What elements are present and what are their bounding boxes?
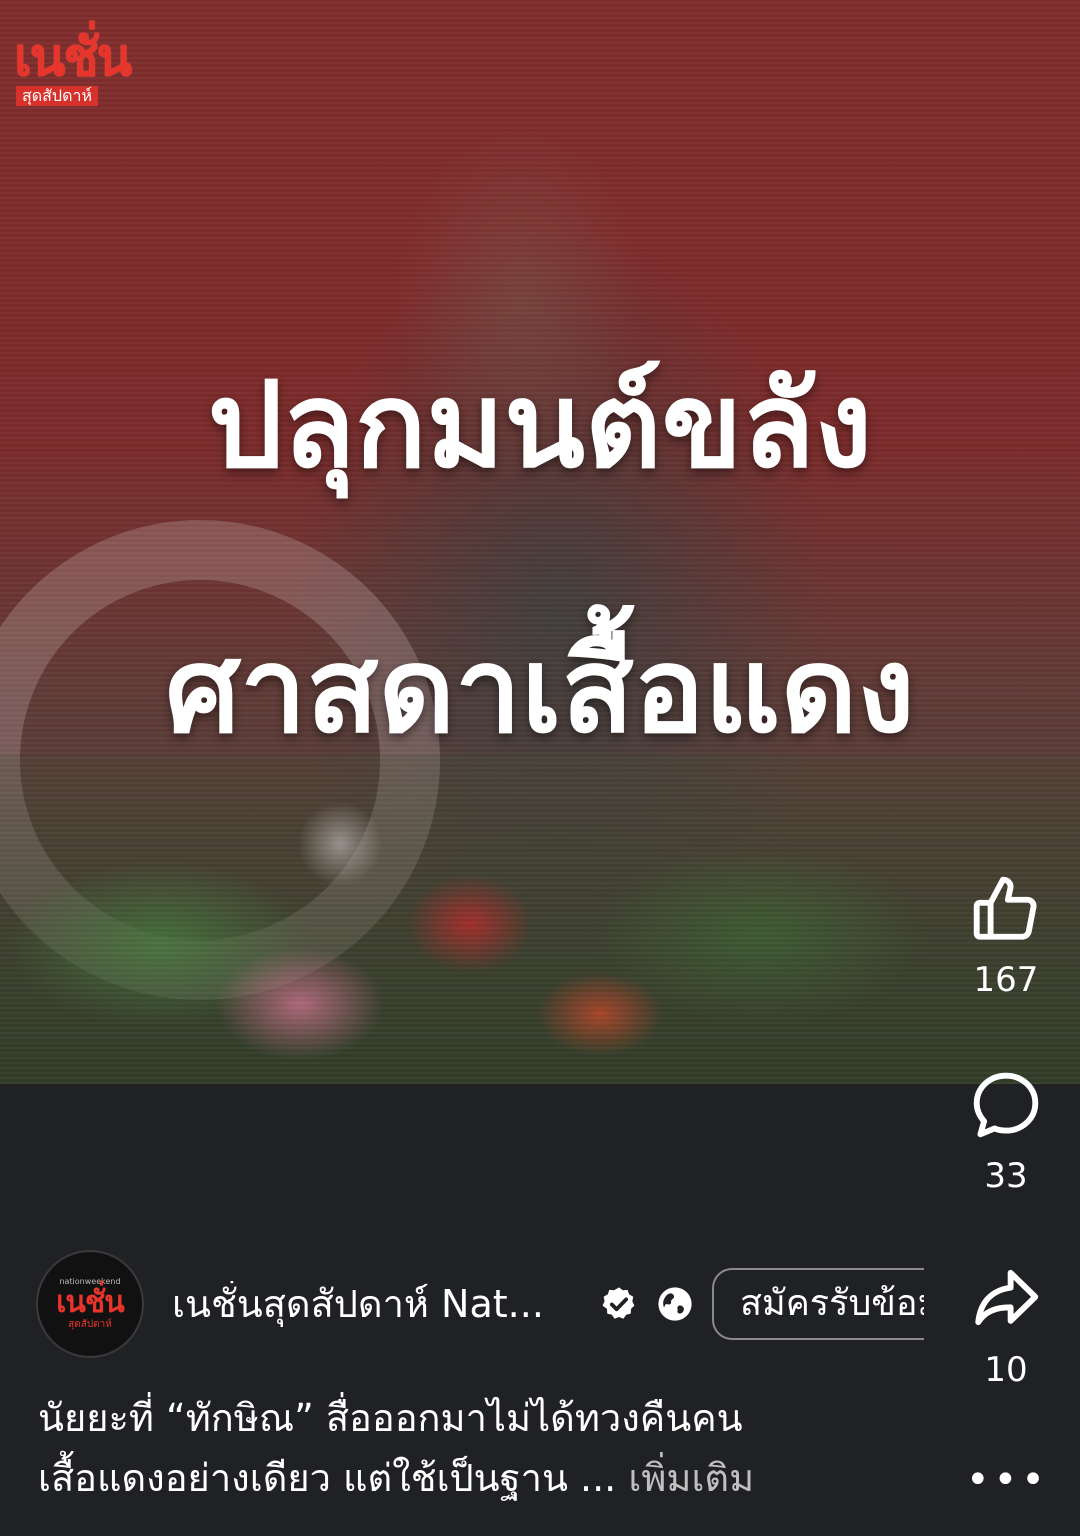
avatar-sub-text: สุดสัปดาห์: [68, 1319, 112, 1330]
comment-count: 33: [984, 1156, 1028, 1196]
logo-sub-text: สุดสัปดาห์: [16, 86, 98, 106]
channel-logo: เนชั่น สุดสัปดาห์: [14, 30, 186, 106]
more-options-button[interactable]: •••: [966, 1460, 1046, 1500]
comment-bubble-icon: [973, 1072, 1039, 1138]
caption-line-1: นัยยะที่ “ทักษิณ” สื่อออกมาไม่ได้ทวงคืนค…: [38, 1396, 743, 1440]
reel-video[interactable]: เนชั่น สุดสัปดาห์ ปลุกมนต์ขลัง ศาสดาเสื้…: [0, 0, 1080, 1084]
share-button[interactable]: 10: [966, 1262, 1046, 1390]
headline-line-2: ศาสดาเสื้อแดง: [165, 621, 915, 759]
subscribe-button[interactable]: สมัครรับข้อมูล: [712, 1268, 924, 1340]
author-avatar[interactable]: nationweekend เนชั่น สุดสัปดาห์: [36, 1250, 144, 1358]
author-row: nationweekend เนชั่น สุดสัปดาห์ เนชั่นสุ…: [36, 1250, 694, 1358]
globe-icon: [658, 1287, 692, 1321]
more-dots-icon: •••: [966, 1457, 1049, 1503]
share-arrow-icon: [975, 1269, 1039, 1326]
comment-button[interactable]: 33: [966, 1068, 1046, 1196]
avatar-main-text: เนชั่น: [56, 1285, 125, 1320]
video-scanlines: [0, 0, 1080, 1084]
headline-line-1: ปลุกมนต์ขลัง: [207, 356, 873, 494]
author-name[interactable]: เนชั่นสุดสัปดาห์ Nat...: [172, 1281, 582, 1327]
logo-main-text: เนชั่น: [14, 28, 132, 88]
thumbs-up-icon: [973, 876, 1037, 940]
like-button[interactable]: 167: [966, 872, 1046, 1000]
share-count: 10: [984, 1350, 1028, 1390]
like-count: 167: [973, 960, 1039, 1000]
caption-line-2-text: เสื้อแดงอย่างเดียว แต่ใช้เป็นฐาน ...: [38, 1456, 617, 1500]
verified-badge-icon: [602, 1287, 635, 1319]
post-caption[interactable]: นัยยะที่ “ทักษิณ” สื่อออกมาไม่ได้ทวงคืนค…: [38, 1388, 898, 1508]
caption-line-2: เสื้อแดงอย่างเดียว แต่ใช้เป็นฐาน ... เพิ…: [38, 1448, 898, 1508]
see-more-link[interactable]: เพิ่มเติม: [628, 1456, 754, 1500]
